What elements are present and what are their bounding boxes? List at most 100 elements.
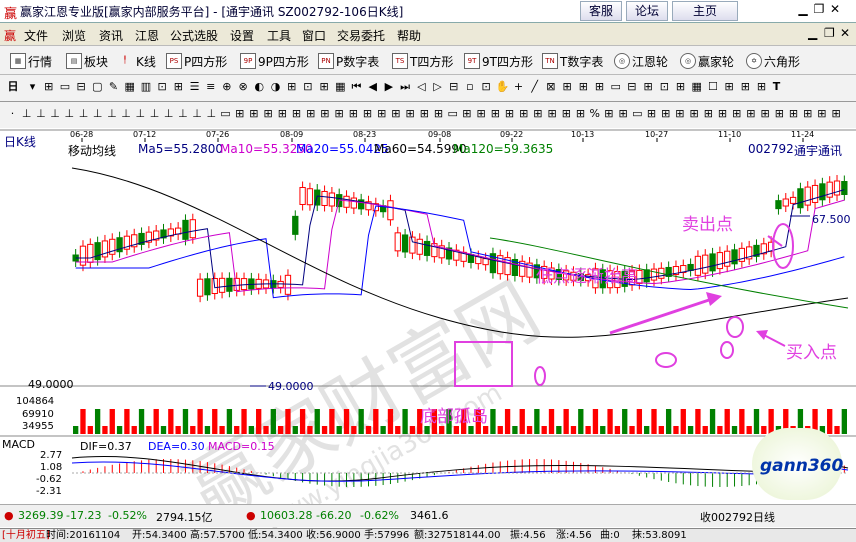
- period-day-selector[interactable]: 日: [4, 80, 22, 94]
- draw-tool-icon[interactable]: ⊞: [560, 107, 573, 121]
- draw-tool-icon[interactable]: ⊞: [262, 107, 275, 121]
- menu-help[interactable]: 帮助: [397, 27, 421, 44]
- chart-tool-icon[interactable]: ⊡: [480, 80, 493, 94]
- draw-tool-icon[interactable]: ⊞: [815, 107, 828, 121]
- draw-tool-icon[interactable]: ⊥: [148, 107, 161, 121]
- draw-tool-icon[interactable]: ⊥: [63, 107, 76, 121]
- menu-browse[interactable]: 浏览: [62, 27, 86, 44]
- draw-tool-icon[interactable]: ⊞: [773, 107, 786, 121]
- chart-tool-icon[interactable]: ✎: [107, 80, 120, 94]
- menu-trade[interactable]: 交易委托: [337, 27, 385, 44]
- toolbar-p-table[interactable]: P数字表: [336, 53, 379, 70]
- menu-news[interactable]: 资讯: [99, 27, 123, 44]
- draw-tool-icon[interactable]: ⊞: [830, 107, 843, 121]
- draw-tool-icon[interactable]: ⊞: [347, 107, 360, 121]
- draw-tool-icon[interactable]: ⊞: [659, 107, 672, 121]
- chart-tool-icon[interactable]: ╱: [528, 80, 541, 94]
- draw-tool-icon[interactable]: ⊥: [34, 107, 47, 121]
- draw-tool-icon[interactable]: ⊞: [389, 107, 402, 121]
- toolbar-gann-wheel[interactable]: 江恩轮: [632, 53, 668, 70]
- t-tool-icon[interactable]: T: [770, 80, 783, 94]
- draw-tool-icon[interactable]: ⊞: [744, 107, 757, 121]
- toolbar-t-square[interactable]: T四方形: [410, 53, 453, 70]
- draw-tool-icon[interactable]: ⊞: [702, 107, 715, 121]
- chart-tool-icon[interactable]: ⊗: [237, 80, 250, 94]
- toolbar-kline[interactable]: K线: [136, 53, 156, 70]
- home-button[interactable]: 主页: [672, 1, 738, 21]
- draw-tool-icon[interactable]: ⊞: [375, 107, 388, 121]
- chart-tool-icon[interactable]: ⊞: [285, 80, 298, 94]
- draw-tool-icon[interactable]: ⊥: [49, 107, 62, 121]
- chart-tool-icon[interactable]: ⊞: [642, 80, 655, 94]
- chart-tool-icon[interactable]: ⊟: [625, 80, 638, 94]
- draw-tool-icon[interactable]: ⊞: [503, 107, 516, 121]
- menu-settings[interactable]: 设置: [230, 27, 254, 44]
- chart-tool-icon[interactable]: ⏮: [350, 80, 363, 94]
- chart-tool-icon[interactable]: ⊞: [739, 80, 752, 94]
- menu-tools[interactable]: 工具: [267, 27, 291, 44]
- chart-tool-icon[interactable]: ▭: [609, 80, 622, 94]
- draw-tool-icon[interactable]: ⊥: [191, 107, 204, 121]
- draw-tool-icon[interactable]: ⊞: [517, 107, 530, 121]
- toolbar-hexagon[interactable]: 六角形: [764, 53, 800, 70]
- chart-tool-icon[interactable]: ⊟: [75, 80, 88, 94]
- draw-tool-icon[interactable]: ⊥: [134, 107, 147, 121]
- draw-tool-icon[interactable]: ⊥: [77, 107, 90, 121]
- chart-tool-icon[interactable]: ⊕: [220, 80, 233, 94]
- draw-tool-icon[interactable]: ⊥: [120, 107, 133, 121]
- chart-tool-icon[interactable]: ⊡: [156, 80, 169, 94]
- app-menu-icon[interactable]: 赢: [4, 27, 16, 44]
- chart-tool-icon[interactable]: +: [512, 80, 525, 94]
- chart-tool-icon[interactable]: ⊞: [42, 80, 55, 94]
- chart-tool-icon[interactable]: ✋: [496, 80, 510, 94]
- draw-tool-icon[interactable]: ⊞: [290, 107, 303, 121]
- chart-tool-icon[interactable]: ▦: [123, 80, 136, 94]
- chart-tool-icon[interactable]: ▾: [26, 80, 39, 94]
- chart-tool-icon[interactable]: ☐: [706, 80, 719, 94]
- draw-tool-icon[interactable]: ⊞: [318, 107, 331, 121]
- chart-tool-icon[interactable]: ▶: [382, 80, 395, 94]
- chart-tool-icon[interactable]: ▥: [139, 80, 152, 94]
- draw-tool-icon[interactable]: ⊞: [475, 107, 488, 121]
- draw-tool-icon[interactable]: ⊞: [404, 107, 417, 121]
- draw-tool-icon[interactable]: ⊞: [432, 107, 445, 121]
- chart-tool-icon[interactable]: ☰: [188, 80, 201, 94]
- mdi-close-icon[interactable]: ✕: [840, 26, 850, 40]
- toolbar-quote[interactable]: 行情: [28, 53, 52, 70]
- chart-tool-icon[interactable]: ⊠: [544, 80, 557, 94]
- draw-tool-icon[interactable]: ⊞: [531, 107, 544, 121]
- service-button[interactable]: 客服: [580, 1, 622, 21]
- chart-tool-icon[interactable]: ▦: [690, 80, 703, 94]
- draw-tool-icon[interactable]: ⊥: [105, 107, 118, 121]
- draw-tool-icon[interactable]: ⊞: [602, 107, 615, 121]
- draw-tool-icon[interactable]: ⊞: [276, 107, 289, 121]
- draw-tool-icon[interactable]: ⊞: [787, 107, 800, 121]
- draw-tool-icon[interactable]: ⊞: [716, 107, 729, 121]
- draw-tool-icon[interactable]: ⊞: [489, 107, 502, 121]
- chart-tool-icon[interactable]: ⊡: [301, 80, 314, 94]
- draw-tool-icon[interactable]: ⊞: [418, 107, 431, 121]
- mdi-minimize-icon[interactable]: ▁: [808, 26, 817, 40]
- chart-tool-icon[interactable]: ≡: [204, 80, 217, 94]
- chart-tool-icon[interactable]: ⊞: [561, 80, 574, 94]
- draw-tool-icon[interactable]: ▭: [631, 107, 644, 121]
- chart-tool-icon[interactable]: ◐: [253, 80, 266, 94]
- chart-tool-icon[interactable]: ▫: [463, 80, 476, 94]
- draw-tool-icon[interactable]: ⊥: [162, 107, 175, 121]
- menu-screen[interactable]: 公式选股: [170, 27, 218, 44]
- restore-icon[interactable]: ❐: [812, 2, 826, 16]
- chart-tool-icon[interactable]: ⊟: [447, 80, 460, 94]
- draw-tool-icon[interactable]: ⊞: [688, 107, 701, 121]
- chart-tool-icon[interactable]: ◀: [366, 80, 379, 94]
- toolbar-sector[interactable]: 板块: [84, 53, 108, 70]
- chart-tool-icon[interactable]: ⊞: [755, 80, 768, 94]
- toolbar-9p-square[interactable]: 9P四方形: [258, 53, 309, 70]
- chart-tool-icon[interactable]: ⊞: [723, 80, 736, 94]
- draw-tool-icon[interactable]: ⊞: [546, 107, 559, 121]
- toolbar-t-table[interactable]: T数字表: [560, 53, 603, 70]
- draw-tool-icon[interactable]: ⊥: [20, 107, 33, 121]
- menu-file[interactable]: 文件: [24, 27, 48, 44]
- draw-tool-icon[interactable]: ⊞: [361, 107, 374, 121]
- draw-tool-icon[interactable]: ⊞: [801, 107, 814, 121]
- draw-tool-icon[interactable]: ⊞: [247, 107, 260, 121]
